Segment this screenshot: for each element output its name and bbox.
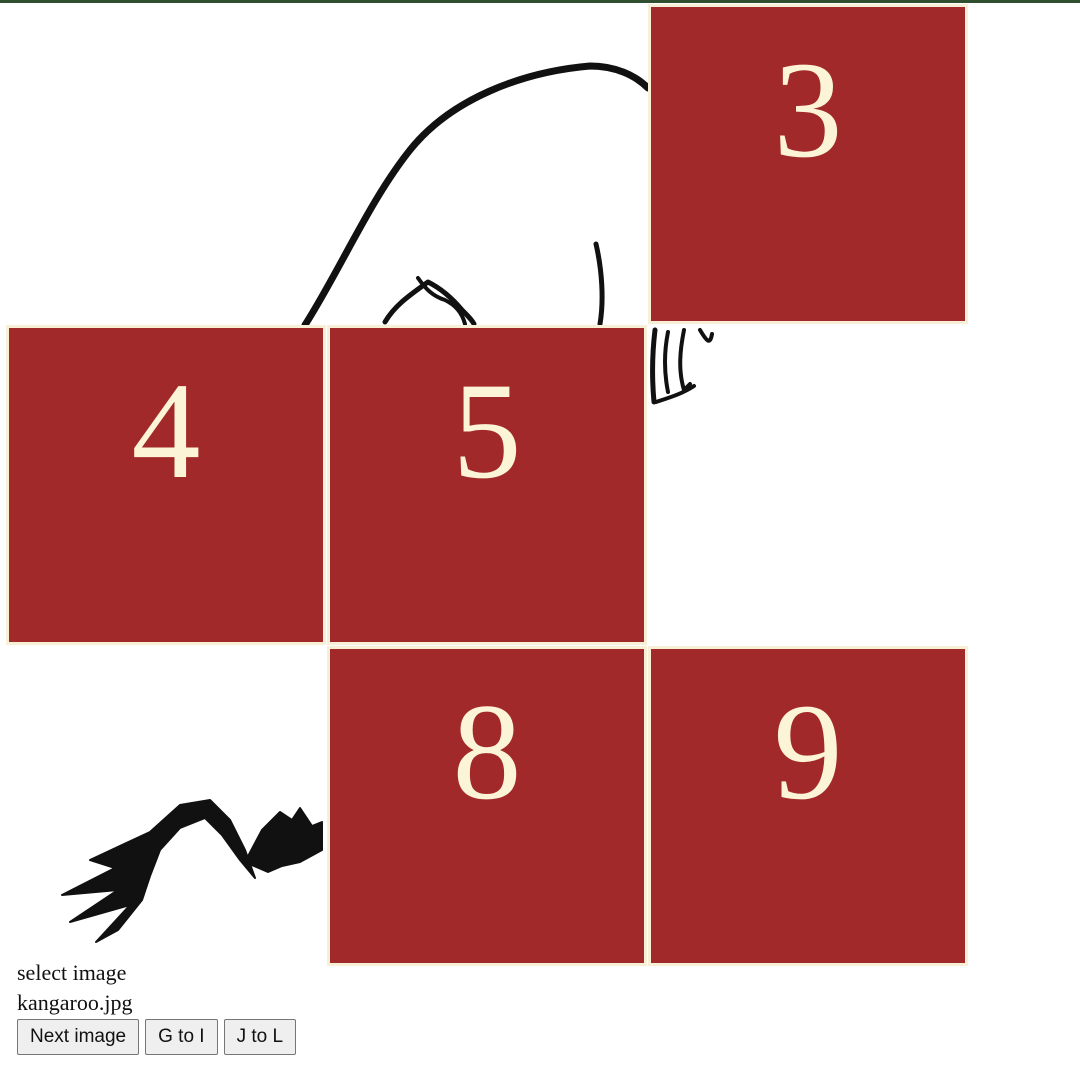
puzzle-tile-9[interactable]: 9 bbox=[648, 646, 968, 966]
select-image-label: select image bbox=[17, 960, 127, 985]
tile-number: 4 bbox=[131, 354, 201, 507]
puzzle-tile-8[interactable]: 8 bbox=[327, 646, 647, 966]
g-to-i-button[interactable]: G to I bbox=[145, 1019, 218, 1055]
tile-number: 5 bbox=[452, 354, 522, 507]
next-image-button[interactable]: Next image bbox=[17, 1019, 140, 1055]
puzzle-tile-3[interactable]: 3 bbox=[648, 4, 968, 324]
tile-number: 3 bbox=[773, 33, 843, 186]
image-controls: select image kangaroo.jpg Next image G t… bbox=[17, 958, 297, 1055]
puzzle-tile-5[interactable]: 5 bbox=[327, 325, 647, 645]
tile-number: 9 bbox=[773, 675, 843, 828]
image-filename: kangaroo.jpg bbox=[17, 990, 133, 1015]
control-buttons: Next image G to I J to L bbox=[17, 1019, 297, 1055]
puzzle-tile-4[interactable]: 4 bbox=[6, 325, 326, 645]
tile-number: 8 bbox=[452, 675, 522, 828]
j-to-l-button[interactable]: J to L bbox=[223, 1019, 297, 1055]
puzzle-board: 3 4 5 8 9 bbox=[0, 0, 1080, 1080]
